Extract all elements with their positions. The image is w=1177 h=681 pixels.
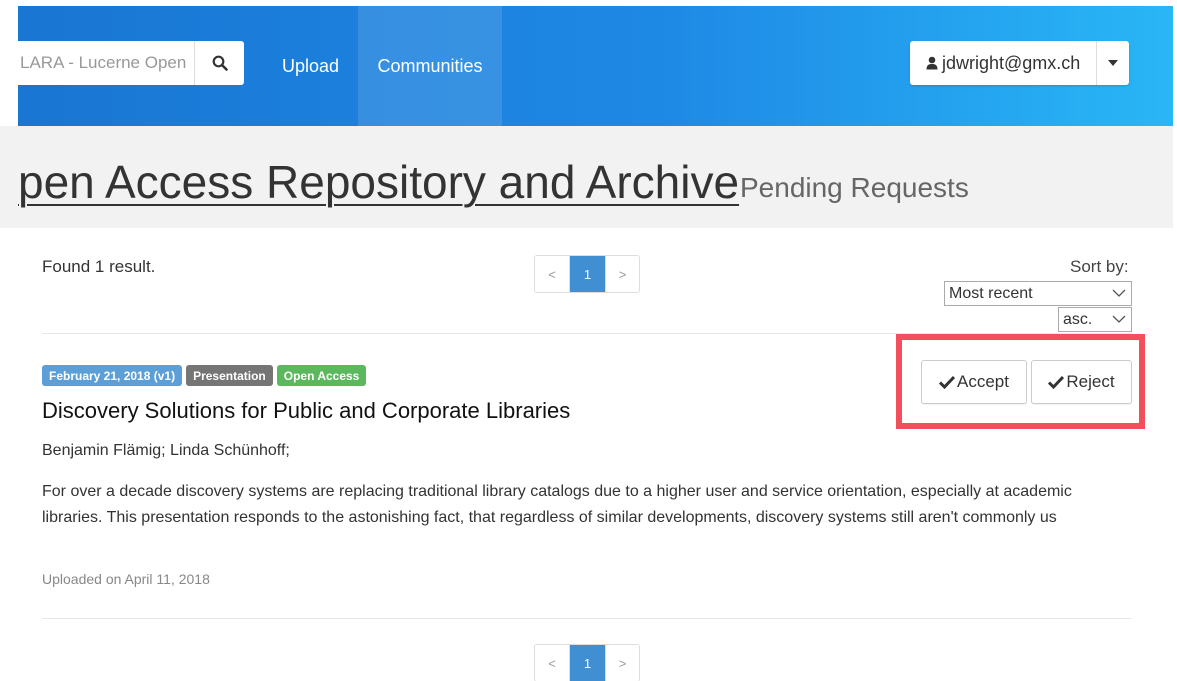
results-count: Found 1 result. xyxy=(42,257,156,276)
accept-label: Accept xyxy=(957,372,1009,391)
search-input[interactable] xyxy=(18,41,194,85)
type-badge: Presentation xyxy=(186,365,273,386)
record-badges: February 21, 2018 (v1) Presentation Open… xyxy=(42,365,367,386)
record-title-link[interactable]: Discovery Solutions for Public and Corpo… xyxy=(42,398,570,424)
check-icon xyxy=(939,375,955,389)
pagination-top: < 1 > xyxy=(534,255,640,293)
top-navbar: Upload Communities jdwright@gmx.ch xyxy=(18,6,1173,126)
date-badge: February 21, 2018 (v1) xyxy=(42,365,183,386)
user-dropdown-toggle[interactable] xyxy=(1097,41,1129,85)
chevron-down-icon xyxy=(1112,315,1126,323)
pagination-next[interactable]: > xyxy=(605,645,639,681)
sort-field-value: Most recent xyxy=(949,284,1033,302)
page-subtitle: Pending Requests xyxy=(740,172,969,203)
sort-order-select[interactable]: asc. xyxy=(1058,307,1132,332)
record-authors: Benjamin Flämig; Linda Schünhoff; xyxy=(42,442,290,459)
accept-button[interactable]: Accept xyxy=(921,360,1027,404)
check-icon xyxy=(1048,375,1065,389)
record-abstract: For over a decade discovery systems are … xyxy=(42,483,1072,526)
user-icon xyxy=(926,56,938,70)
search-icon xyxy=(212,55,228,71)
pagination-next[interactable]: > xyxy=(605,256,639,292)
search-group xyxy=(18,41,244,85)
record-upload-date: Uploaded on April 11, 2018 xyxy=(42,571,210,587)
nav-communities-link[interactable]: Communities xyxy=(358,6,502,126)
sort-field-select[interactable]: Most recent xyxy=(944,281,1132,306)
user-menu: jdwright@gmx.ch xyxy=(910,41,1130,85)
user-account-button[interactable]: jdwright@gmx.ch xyxy=(910,41,1098,85)
reject-button[interactable]: Reject xyxy=(1031,360,1132,404)
sort-order-value: asc. xyxy=(1063,310,1093,328)
pagination-page-1[interactable]: 1 xyxy=(569,256,605,292)
sort-label: Sort by: xyxy=(1070,257,1129,276)
pagination-prev[interactable]: < xyxy=(535,645,569,681)
repository-title-link[interactable]: pen Access Repository and Archive xyxy=(18,155,739,209)
chevron-down-icon xyxy=(1112,289,1126,297)
user-email: jdwright@gmx.ch xyxy=(942,52,1081,73)
divider xyxy=(42,618,1132,619)
pagination-prev[interactable]: < xyxy=(535,256,569,292)
pagination-bottom: < 1 > xyxy=(534,644,640,681)
search-button[interactable] xyxy=(194,41,244,85)
reject-label: Reject xyxy=(1066,372,1115,391)
nav-upload-link[interactable]: Upload xyxy=(262,6,359,126)
caret-down-icon xyxy=(1108,60,1119,66)
pagination-page-1[interactable]: 1 xyxy=(569,645,605,681)
access-badge: Open Access xyxy=(276,365,367,386)
